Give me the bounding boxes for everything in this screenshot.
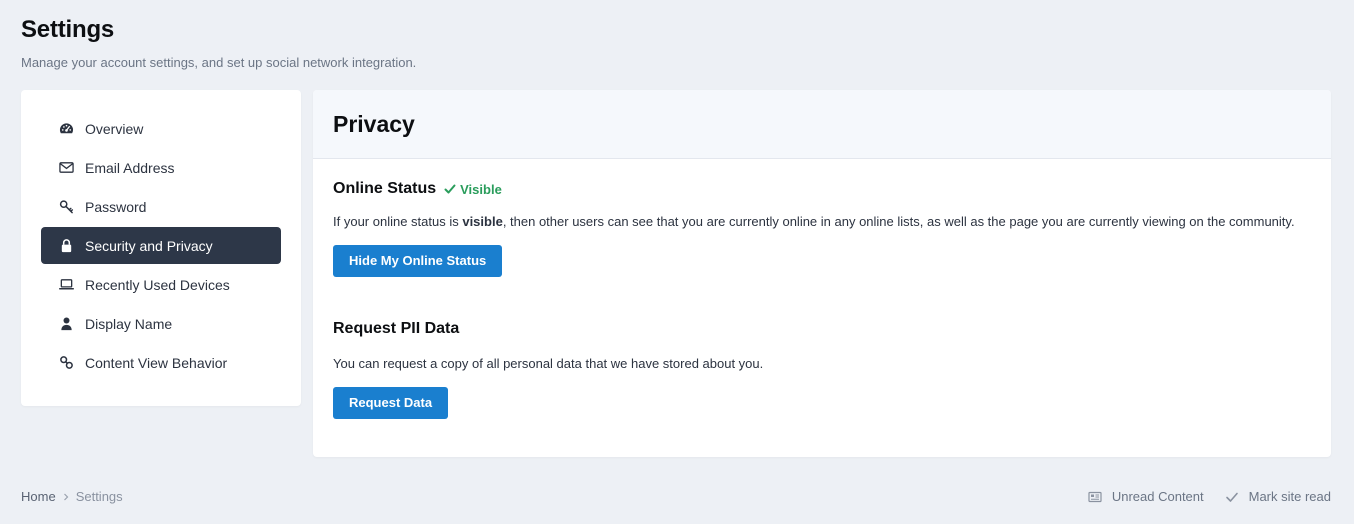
pii-description: You can request a copy of all personal d…: [333, 356, 764, 371]
breadcrumb-current[interactable]: Settings: [76, 489, 123, 504]
sidebar-item-label: Content View Behavior: [85, 354, 228, 371]
sidebar-item-label: Display Name: [85, 315, 173, 332]
sidebar-item-label: Overview: [85, 120, 144, 137]
unread-content-link[interactable]: Unread Content: [1088, 489, 1204, 504]
page-subtitle: Manage your account settings, and set up…: [21, 55, 417, 70]
sidebar-item-recently-used-devices[interactable]: Recently Used Devices: [41, 266, 281, 303]
gauge-icon: [58, 121, 74, 137]
laptop-icon: [58, 277, 74, 293]
pii-title: Request PII Data: [333, 320, 460, 337]
description-bold: visible: [462, 214, 503, 229]
user-icon: [58, 316, 74, 332]
online-status-title: Online Status Visible: [333, 180, 1311, 198]
mark-site-read-link[interactable]: Mark site read: [1225, 489, 1331, 504]
mark-site-read-label: Mark site read: [1248, 489, 1331, 504]
panel-title: Privacy: [333, 111, 415, 137]
footer-links: Unread Content Mark site read: [1088, 489, 1331, 504]
sidebar-item-password[interactable]: Password: [41, 188, 281, 225]
check-icon: [1225, 492, 1238, 502]
sidebar-item-display-name[interactable]: Display Name: [41, 305, 281, 342]
status-badge: Visible: [444, 182, 502, 197]
status-badge-label: Visible: [460, 181, 502, 197]
breadcrumb-home-link[interactable]: Home: [21, 489, 56, 504]
sidebar-item-label: Security and Privacy: [85, 237, 213, 254]
link-icon: [58, 355, 74, 371]
sidebar-item-overview[interactable]: Overview: [41, 110, 281, 147]
page-header: Settings Manage your account settings, a…: [21, 16, 416, 70]
chevron-right-icon: [62, 493, 70, 501]
online-status-section: Online Status Visible If your online sta…: [333, 180, 1311, 277]
page-footer: Home Settings Unread Content Mark site r…: [21, 489, 1331, 507]
key-icon: [58, 199, 74, 215]
panel-body: Online Status Visible If your online sta…: [313, 159, 1331, 419]
breadcrumb: Home Settings: [21, 489, 123, 504]
online-status-heading: Online Status: [333, 180, 437, 197]
envelope-icon: [58, 160, 74, 176]
description-part: If your online status is: [333, 214, 463, 229]
newspaper-icon: [1088, 491, 1102, 502]
check-icon: [444, 184, 456, 194]
sidebar-item-content-view-behavior[interactable]: Content View Behavior: [41, 344, 281, 381]
sidebar-item-security-and-privacy[interactable]: Security and Privacy: [41, 227, 281, 264]
sidebar-item-label: Email Address: [85, 159, 175, 176]
sidebar-item-label: Recently Used Devices: [85, 276, 230, 293]
panel-header: Privacy: [313, 90, 1331, 159]
settings-sidebar: Overview Email Address Password Security…: [21, 90, 301, 406]
privacy-panel: Privacy Online Status Visible If your on…: [313, 90, 1331, 457]
hide-online-status-button[interactable]: Hide My Online Status: [333, 245, 503, 277]
description-part: , then other users can see that you are …: [502, 214, 1295, 229]
online-status-description: If your online status is visible, then o…: [333, 212, 1303, 232]
sidebar-item-label: Password: [85, 198, 147, 215]
lock-icon: [58, 238, 74, 254]
pii-section: Request PII Data You can request a copy …: [333, 320, 1311, 419]
page-title: Settings: [21, 16, 115, 43]
sidebar-item-email-address[interactable]: Email Address: [41, 149, 281, 186]
request-data-button[interactable]: Request Data: [333, 387, 449, 419]
unread-content-label: Unread Content: [1111, 489, 1204, 504]
